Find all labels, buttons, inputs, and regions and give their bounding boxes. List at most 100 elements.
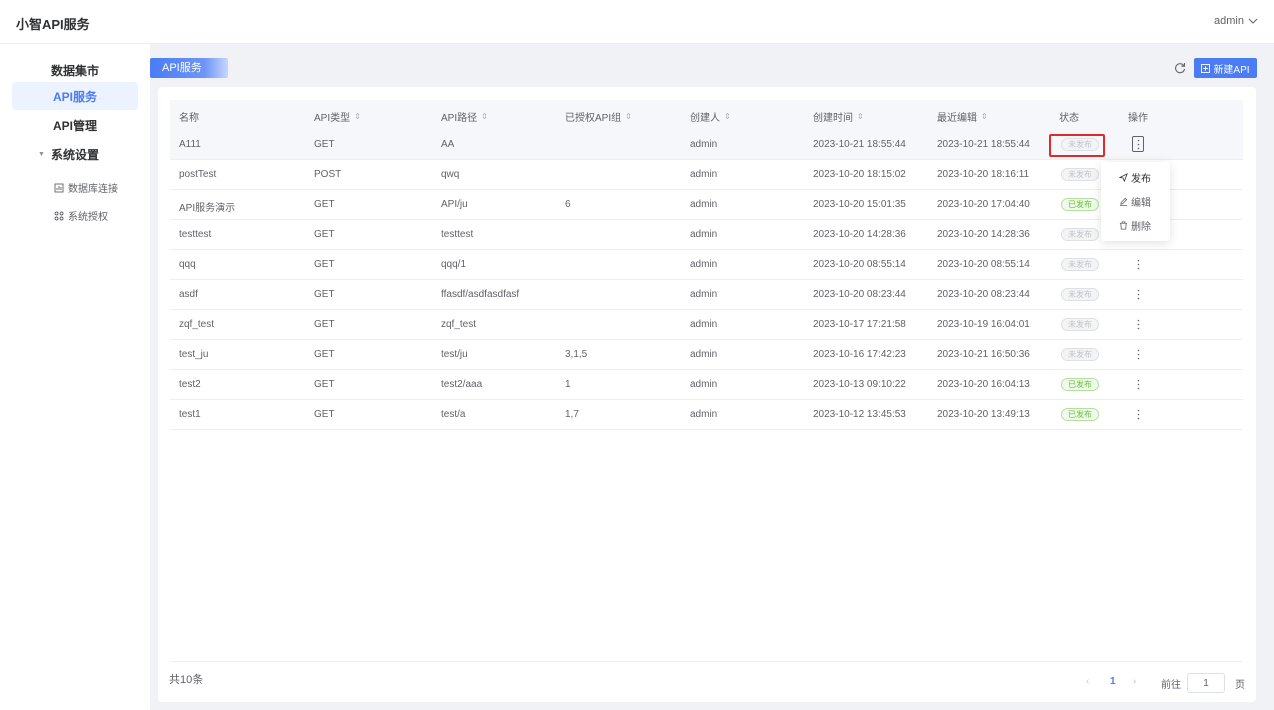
cell-type: GET xyxy=(314,229,335,240)
more-actions-icon[interactable] xyxy=(1132,316,1144,332)
cell-edited: 2023-10-20 16:04:13 xyxy=(937,379,1030,390)
status-badge: 未发布 xyxy=(1061,228,1099,241)
sidebar: 数据集市 API服务 API管理 ▼ 系统设置 数据库连接 系统授权 xyxy=(0,44,150,710)
table-row[interactable]: asdf GET ffasdf/asdfasdfasf admin 2023-10-20… xyxy=(170,280,1243,310)
cell-created: 2023-10-13 09:10:22 xyxy=(813,379,906,390)
cell-created: 2023-10-17 17:21:58 xyxy=(813,319,906,330)
table-row[interactable]: test1 GET test/a 1,7 admin 2023-10-12 13:45:5… xyxy=(170,400,1243,430)
cell-type: GET xyxy=(314,319,335,330)
page-number[interactable]: 1 xyxy=(1110,676,1116,687)
cell-groups: 6 xyxy=(565,199,571,210)
sidebar-group-settings[interactable]: ▼ 系统设置 xyxy=(38,146,99,163)
sidebar-item-api-service[interactable]: API服务 xyxy=(12,82,138,110)
col-edited[interactable]: 最近编辑 ⇕ xyxy=(937,109,988,124)
cell-creator: admin xyxy=(690,379,718,390)
cell-groups: 3,1,5 xyxy=(565,349,588,360)
sidebar-item-authorize[interactable]: 系统授权 xyxy=(54,208,108,223)
highlight-box-status xyxy=(1049,134,1105,157)
cell-path: API/ju xyxy=(441,199,468,210)
page-jump-input[interactable] xyxy=(1187,673,1225,693)
cell-path: test/ju xyxy=(441,349,468,360)
col-name: 名称 xyxy=(179,113,199,124)
cell-created: 2023-10-20 08:55:14 xyxy=(813,259,906,270)
more-actions-icon[interactable] xyxy=(1132,406,1144,422)
menu-item-publish[interactable]: 发布 xyxy=(1119,170,1151,185)
sort-icon: ⇕ xyxy=(354,112,361,121)
cell-creator: admin xyxy=(690,409,718,420)
status-badge: 已发布 xyxy=(1061,408,1099,421)
cell-edited: 2023-10-20 18:16:11 xyxy=(937,169,1030,180)
tab-api-service[interactable]: API服务 xyxy=(150,58,228,78)
cell-path: qwq xyxy=(441,169,460,180)
cell-creator: admin xyxy=(690,319,718,330)
more-actions-icon[interactable] xyxy=(1132,346,1144,362)
refresh-icon[interactable] xyxy=(1173,61,1187,75)
cell-creator: admin xyxy=(690,139,718,150)
cell-type: GET xyxy=(314,289,335,300)
sidebar-item-api-management[interactable]: API管理 xyxy=(12,111,138,139)
table-row[interactable]: test2 GET test2/aaa 1 admin 2023-10-13 09:10:… xyxy=(170,370,1243,400)
cell-created: 2023-10-12 13:45:53 xyxy=(813,409,906,420)
caret-down-icon: ▼ xyxy=(38,151,45,158)
chevron-down-icon xyxy=(1248,18,1258,24)
col-path[interactable]: API路径 ⇕ xyxy=(441,109,488,124)
col-actions: 操作 xyxy=(1128,113,1148,124)
total-count: 共10条 xyxy=(169,674,204,686)
table-row[interactable]: API服务演示 GET API/ju 6 admin 2023-10-20 15:01:3… xyxy=(170,190,1243,220)
sidebar-item-database[interactable]: 数据库连接 xyxy=(54,180,118,195)
cell-edited: 2023-10-20 08:23:44 xyxy=(937,289,1030,300)
status-badge: 未发布 xyxy=(1061,258,1099,271)
table-header: 名称 API类型 ⇕ API路径 ⇕ 已授权API组 ⇕ 创建人 ⇕ 创建时间 ⇕ 最近编… xyxy=(170,100,1243,130)
more-actions-icon[interactable] xyxy=(1132,376,1144,392)
col-type[interactable]: API类型 ⇕ xyxy=(314,109,361,124)
cell-path: qqq/1 xyxy=(441,259,467,270)
cell-path: AA xyxy=(441,139,455,150)
cell-type: GET xyxy=(314,139,335,150)
table-row[interactable]: test_ju GET test/ju 3,1,5 admin 2023-10-16 17… xyxy=(170,340,1243,370)
cell-creator: admin xyxy=(690,349,718,360)
next-page-icon[interactable]: › xyxy=(1133,676,1136,687)
cell-type: GET xyxy=(314,259,335,270)
send-icon xyxy=(1119,173,1128,182)
col-created[interactable]: 创建时间 ⇕ xyxy=(813,109,864,124)
plus-square-icon xyxy=(1201,63,1211,73)
sidebar-item-data-market[interactable]: 数据集市 xyxy=(12,56,138,84)
menu-item-label: 删除 xyxy=(1131,222,1151,233)
table-row[interactable]: testtest GET testtest admin 2023-10-20 14:28… xyxy=(170,220,1243,250)
top-bar: 小智API服务 admin xyxy=(0,0,1274,44)
new-api-button[interactable]: 新建API xyxy=(1194,58,1257,78)
cell-edited: 2023-10-20 14:28:36 xyxy=(937,229,1030,240)
cell-edited: 2023-10-19 16:04:01 xyxy=(937,319,1030,330)
more-actions-icon[interactable] xyxy=(1132,256,1144,272)
cell-created: 2023-10-20 08:23:44 xyxy=(813,289,906,300)
table-row[interactable]: zqf_test GET zqf_test admin 2023-10-17 17:21… xyxy=(170,310,1243,340)
cell-type: GET xyxy=(314,349,335,360)
status-badge: 未发布 xyxy=(1061,288,1099,301)
table-row[interactable]: postTest POST qwq admin 2023-10-20 18:15:02 2… xyxy=(170,160,1243,190)
cell-groups: 1 xyxy=(565,379,571,390)
sidebar-item-label: 数据库连接 xyxy=(68,184,118,195)
footer-divider xyxy=(170,661,1243,662)
cell-creator: admin xyxy=(690,289,718,300)
cell-groups: 1,7 xyxy=(565,409,579,420)
col-groups[interactable]: 已授权API组 ⇕ xyxy=(565,109,632,124)
cell-type: GET xyxy=(314,379,335,390)
cell-edited: 2023-10-20 17:04:40 xyxy=(937,199,1030,210)
table-row[interactable]: qqq GET qqq/1 admin 2023-10-20 08:55:14 2023-… xyxy=(170,250,1243,280)
user-menu[interactable]: admin xyxy=(1214,15,1258,27)
menu-item-delete[interactable]: 删除 xyxy=(1119,218,1151,233)
menu-item-edit[interactable]: 编辑 xyxy=(1119,194,1151,209)
cell-creator: admin xyxy=(690,229,718,240)
cell-type: GET xyxy=(314,409,335,420)
cell-created: 2023-10-21 18:55:44 xyxy=(813,139,906,150)
more-actions-icon[interactable] xyxy=(1132,286,1144,302)
status-badge: 已发布 xyxy=(1061,378,1099,391)
col-creator[interactable]: 创建人 ⇕ xyxy=(690,109,731,124)
prev-page-icon[interactable]: ‹ xyxy=(1086,676,1089,687)
cell-edited: 2023-10-21 16:50:36 xyxy=(937,349,1030,360)
cell-created: 2023-10-20 14:28:36 xyxy=(813,229,906,240)
more-actions-icon[interactable] xyxy=(1132,136,1144,152)
cell-path: test/a xyxy=(441,409,466,420)
cell-edited: 2023-10-20 13:49:13 xyxy=(937,409,1030,420)
cell-name: postTest xyxy=(179,169,217,180)
